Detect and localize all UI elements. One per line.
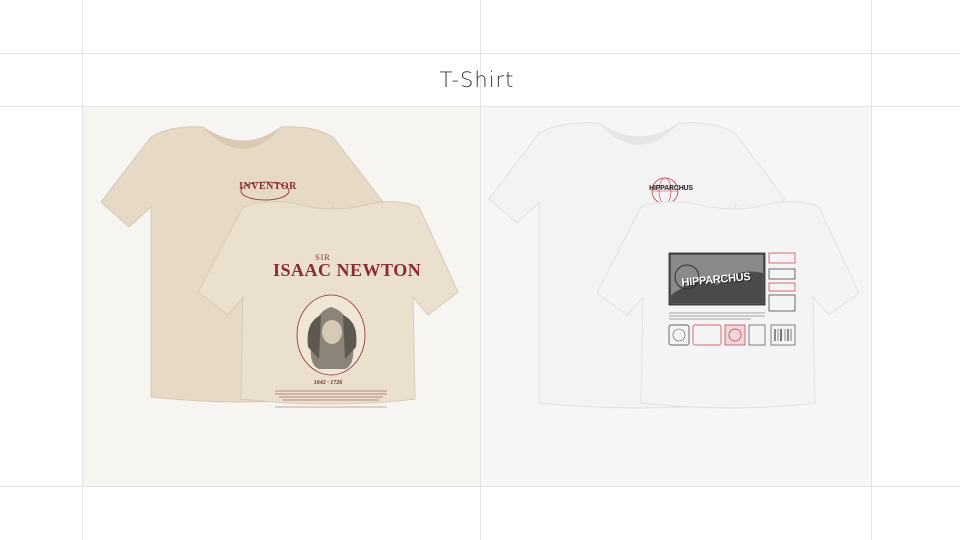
isaac-newton-print-text: ISAAC NEWTON xyxy=(273,260,422,280)
product-image-hipparchus-shirt[interactable]: HIPPARCHUS HIPPARCHUS xyxy=(481,107,871,486)
section-header: T-Shirt xyxy=(82,54,872,106)
hipparchus-front-print-text: HIPPARCHUS xyxy=(649,185,693,192)
newton-years-print-text: 1642 · 1726 xyxy=(313,380,343,386)
newton-shirt-illustration xyxy=(100,126,459,408)
product-image-newton-shirt[interactable]: INVENTOR SIR ISAAC NEWTON 1642 · 1726 xyxy=(83,107,480,486)
hipparchus-shirt-illustration xyxy=(488,122,860,409)
page-title: T-Shirt xyxy=(439,68,515,92)
inventor-print-text: INVENTOR xyxy=(239,181,297,192)
